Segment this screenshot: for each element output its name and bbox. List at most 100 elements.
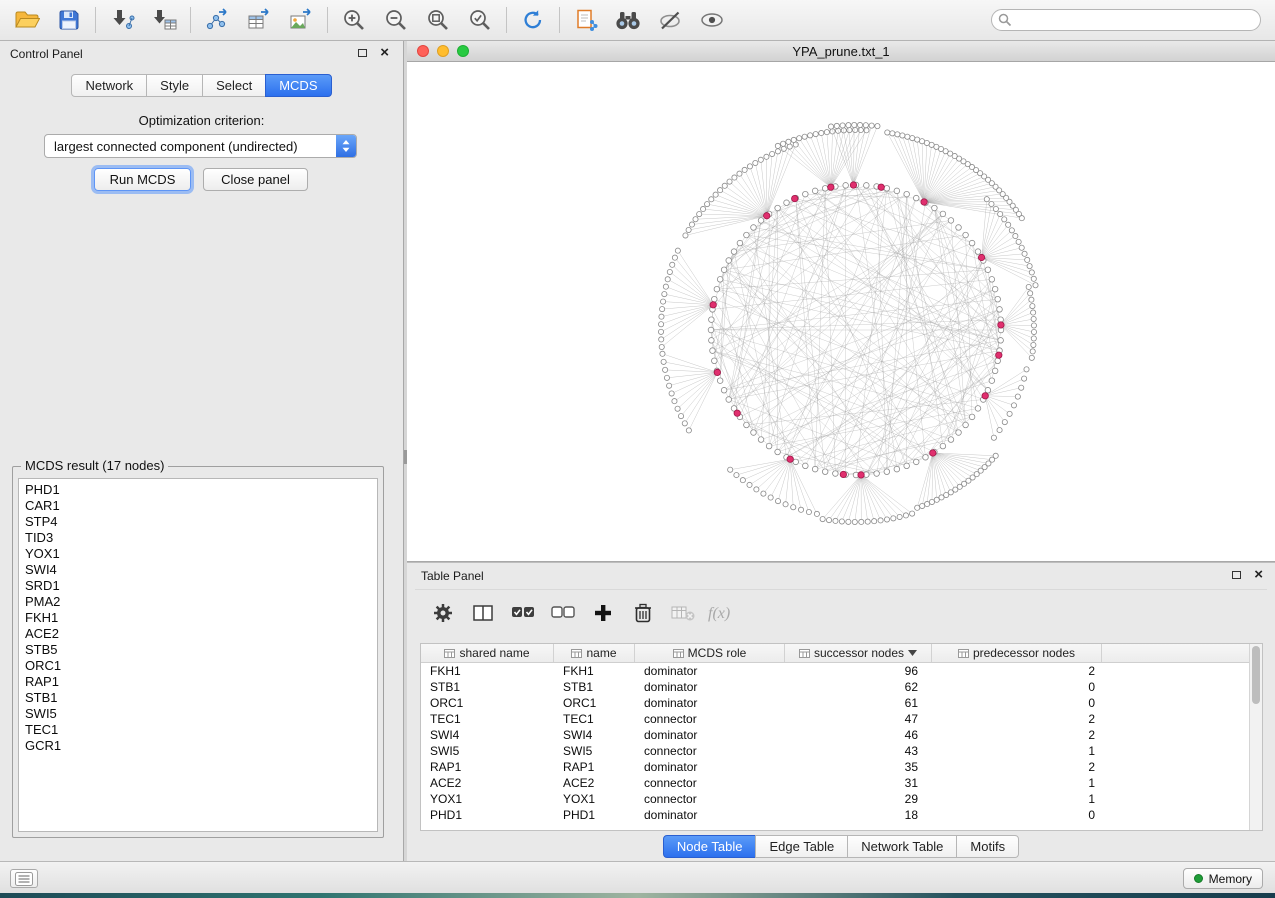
show-graphics-button[interactable]	[691, 3, 733, 37]
status-bar: Memory	[0, 861, 1275, 893]
zoom-out-button[interactable]	[375, 3, 417, 37]
tab-style[interactable]: Style	[146, 74, 203, 97]
column-header-successor-nodes[interactable]: successor nodes	[785, 644, 932, 662]
tab-edge-table[interactable]: Edge Table	[755, 835, 848, 858]
refresh-button[interactable]	[512, 3, 554, 37]
table-cell: 62	[785, 679, 932, 695]
open-file-button[interactable]	[6, 3, 48, 37]
mcds-result-item[interactable]: SWI5	[19, 706, 377, 722]
table-row[interactable]: SWI4SWI4dominator462	[421, 727, 1262, 743]
column-header-mcds-role[interactable]: MCDS role	[635, 644, 785, 662]
share-document-button[interactable]	[565, 3, 607, 37]
export-network-button[interactable]	[196, 3, 238, 37]
mcds-result-item[interactable]: TEC1	[19, 722, 377, 738]
table-row[interactable]: RAP1RAP1dominator352	[421, 759, 1262, 775]
column-header-predecessor-nodes[interactable]: predecessor nodes	[932, 644, 1102, 662]
mcds-result-item[interactable]: GCR1	[19, 738, 377, 754]
hide-graphics-button[interactable]	[649, 3, 691, 37]
delete-table-button[interactable]	[663, 595, 703, 631]
mcds-result-item[interactable]: STB5	[19, 642, 377, 658]
import-network-button[interactable]	[101, 3, 143, 37]
close-panel-button[interactable]: Close panel	[203, 168, 308, 191]
close-table-panel-icon[interactable]: ×	[1254, 566, 1263, 584]
tab-motifs[interactable]: Motifs	[956, 835, 1019, 858]
search-input[interactable]	[991, 9, 1261, 31]
zoom-in-button[interactable]	[333, 3, 375, 37]
table-row[interactable]: SWI5SWI5connector431	[421, 743, 1262, 759]
select-all-button[interactable]	[503, 595, 543, 631]
mcds-result-title: MCDS result (17 nodes)	[21, 458, 168, 473]
table-header: shared name name MCDS role successor nod…	[421, 644, 1262, 663]
table-row[interactable]: PHD1PHD1dominator180	[421, 807, 1262, 823]
close-panel-icon[interactable]: ×	[380, 44, 389, 62]
save-button[interactable]	[48, 3, 90, 37]
table-cell: connector	[635, 791, 785, 807]
mcds-result-item[interactable]: ORC1	[19, 658, 377, 674]
table-row[interactable]: FKH1FKH1dominator962	[421, 663, 1262, 679]
table-cell: 1	[932, 775, 1102, 791]
table-cell: 2	[932, 727, 1102, 743]
mcds-result-item[interactable]: STB1	[19, 690, 377, 706]
tab-select[interactable]: Select	[202, 74, 266, 97]
mcds-result-item[interactable]: CAR1	[19, 498, 377, 514]
mcds-result-item[interactable]: SWI4	[19, 562, 377, 578]
mcds-result-item[interactable]: PHD1	[19, 482, 377, 498]
table-row[interactable]: TEC1TEC1connector472	[421, 711, 1262, 727]
memory-button[interactable]: Memory	[1183, 868, 1263, 889]
zoom-selected-button[interactable]	[459, 3, 501, 37]
column-header-name[interactable]: name	[554, 644, 635, 662]
tab-mcds[interactable]: MCDS	[265, 74, 331, 97]
network-graph-svg	[407, 62, 1275, 562]
zoom-fit-button[interactable]	[417, 3, 459, 37]
refresh-icon	[521, 8, 545, 32]
table-cell: YOX1	[421, 791, 554, 807]
function-builder-button[interactable]: f(x)	[703, 595, 743, 631]
mcds-result-item[interactable]: RAP1	[19, 674, 377, 690]
table-settings-button[interactable]	[423, 595, 463, 631]
table-cell: TEC1	[421, 711, 554, 727]
table-cell: SWI4	[554, 727, 635, 743]
panel-toggle-button[interactable]	[10, 869, 38, 888]
tab-node-table[interactable]: Node Table	[663, 835, 757, 858]
table-row[interactable]: YOX1YOX1connector291	[421, 791, 1262, 807]
column-type-icon	[571, 649, 582, 658]
add-column-button[interactable]	[583, 595, 623, 631]
import-table-button[interactable]	[143, 3, 185, 37]
run-mcds-button[interactable]: Run MCDS	[94, 168, 191, 191]
desktop-wallpaper	[0, 893, 1275, 898]
tab-network-table[interactable]: Network Table	[847, 835, 957, 858]
export-image-button[interactable]	[280, 3, 322, 37]
search-box[interactable]	[991, 9, 1261, 31]
binoculars-button[interactable]	[607, 3, 649, 37]
table-cell: 2	[932, 711, 1102, 727]
table-row[interactable]: STB1STB1dominator620	[421, 679, 1262, 695]
table-cell: dominator	[635, 727, 785, 743]
optimization-criterion-select[interactable]: largest connected component (undirected)	[44, 134, 357, 158]
column-header-shared-name[interactable]: shared name	[421, 644, 554, 662]
mcds-result-item[interactable]: TID3	[19, 530, 377, 546]
mcds-result-item[interactable]: FKH1	[19, 610, 377, 626]
export-table-button[interactable]	[238, 3, 280, 37]
table-scrollbar[interactable]	[1249, 644, 1262, 830]
float-panel-icon[interactable]	[358, 49, 367, 57]
mcds-result-item[interactable]: ACE2	[19, 626, 377, 642]
float-table-panel-icon[interactable]	[1232, 571, 1241, 579]
scrollbar-thumb[interactable]	[1252, 646, 1260, 704]
tab-network[interactable]: Network	[71, 74, 147, 97]
table-row[interactable]: ORC1ORC1dominator610	[421, 695, 1262, 711]
mcds-result-item[interactable]: PMA2	[19, 594, 377, 610]
toolbar-separator	[559, 7, 560, 33]
show-columns-button[interactable]	[463, 595, 503, 631]
mcds-result-item[interactable]: YOX1	[19, 546, 377, 562]
mcds-result-item[interactable]: SRD1	[19, 578, 377, 594]
table-row[interactable]: ACE2ACE2connector311	[421, 775, 1262, 791]
open-folder-icon	[14, 9, 40, 31]
network-canvas[interactable]	[407, 62, 1275, 561]
mcds-result-item[interactable]: STP4	[19, 514, 377, 530]
dropdown-value: largest connected component (undirected)	[45, 139, 336, 154]
zoom-in-icon	[342, 8, 366, 32]
deselect-all-button[interactable]	[543, 595, 583, 631]
table-cell: 0	[932, 679, 1102, 695]
eye-icon	[699, 9, 725, 31]
delete-column-button[interactable]	[623, 595, 663, 631]
